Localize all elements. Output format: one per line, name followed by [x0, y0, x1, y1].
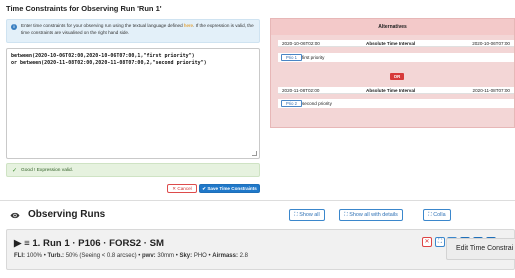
- airmass-value: 2.8: [239, 253, 248, 259]
- caret-right-icon[interactable]: ▶: [14, 238, 21, 249]
- observing-run-card[interactable]: ▶ ≡ 1. Run 1 · P106 · FORS2 · SM FLI: 10…: [6, 229, 515, 270]
- expand-icon: ⛶: [344, 212, 348, 218]
- interval-type: Absolute Time Interval: [366, 41, 416, 46]
- interval-end: 2020-10-06T07:00: [472, 41, 510, 46]
- turb-value: 50% (Seeing < 0.8 arcsec): [65, 253, 137, 259]
- menu-icon: ≡: [24, 238, 30, 249]
- delete-run-button[interactable]: ✕: [422, 237, 432, 247]
- check-icon: ✓: [12, 168, 18, 174]
- alternative-interval-row: 2020-10-06T02:00 Absolute Time Interval …: [278, 40, 514, 47]
- expand-run-button[interactable]: ⛶: [435, 237, 445, 247]
- show-all-with-details-button[interactable]: ⛶ Show all with details: [339, 209, 403, 221]
- expression-line[interactable]: or between(2020-11-08T02:00,2020-11-08T0…: [11, 60, 255, 67]
- save-time-constraints-button[interactable]: ✔ Save Time Constraints: [199, 184, 260, 193]
- interval-start: 2020-10-06T02:00: [282, 41, 320, 46]
- show-all-button[interactable]: ⛶ Show all: [289, 209, 325, 221]
- dialog-title: Time Constraints for Observing Run 'Run …: [6, 4, 162, 13]
- priority-badge: Prio 1: [281, 54, 302, 61]
- interval-type: Absolute Time Interval: [366, 88, 416, 93]
- show-all-label: Show all: [299, 212, 320, 218]
- expand-icon: ⛶: [294, 212, 298, 218]
- run-heading[interactable]: ▶ ≡ 1. Run 1 · P106 · FORS2 · SM: [14, 238, 164, 249]
- observing-runs-title: Observing Runs: [28, 209, 106, 220]
- priority-text: first priority: [302, 55, 325, 60]
- info-icon: i: [11, 24, 17, 30]
- alternative-priority-row: Prio 2 second priority: [278, 99, 514, 108]
- run-constraints: FLI: 100% • Turb.: 50% (Seeing < 0.8 arc…: [14, 253, 248, 259]
- success-message: Good ! Expression valid.: [21, 168, 73, 173]
- sky-value: PHO: [193, 253, 207, 259]
- airmass-label: Airmass:: [212, 253, 238, 259]
- or-badge: OR: [390, 73, 404, 80]
- save-label: Save Time Constraints: [207, 186, 257, 191]
- section-divider: [0, 200, 515, 201]
- info-alert: i Enter time constraints for your observ…: [6, 19, 260, 43]
- language-help-link[interactable]: here: [184, 23, 193, 28]
- save-icon: ✔: [202, 186, 207, 191]
- alternative-priority-row: Prio 1 first priority: [278, 53, 514, 62]
- tooltip: Edit Time Constrai: [446, 238, 515, 260]
- cancel-label: Cancel: [177, 186, 192, 191]
- priority-text: second priority: [302, 101, 332, 106]
- run-title: 1. Run 1 · P106 · FORS2 · SM: [32, 238, 165, 249]
- success-alert: ✓ Good ! Expression valid.: [6, 163, 260, 177]
- sky-label: Sky:: [179, 253, 193, 259]
- resize-handle[interactable]: [252, 151, 257, 156]
- fli-value: 100%: [26, 253, 43, 259]
- alternatives-header: Alternatives: [271, 19, 514, 35]
- pwv-label: pwv:: [142, 253, 156, 259]
- turb-label: Turb.:: [47, 253, 65, 259]
- cancel-icon: ✕: [172, 186, 177, 191]
- interval-end: 2020-11-08T07:00: [472, 88, 510, 93]
- collapse-label: Colla: [433, 212, 446, 218]
- interval-start: 2020-11-08T02:00: [282, 88, 320, 93]
- alternative-interval-row: 2020-11-08T02:00 Absolute Time Interval …: [278, 87, 514, 94]
- info-text-pre: Enter time constraints for your observin…: [21, 23, 184, 28]
- alternatives-panel: Alternatives 2020-10-06T02:00 Absolute T…: [270, 18, 515, 128]
- cancel-button[interactable]: ✕ Cancel: [167, 184, 197, 193]
- collapse-icon: ⛶: [428, 212, 432, 218]
- fli-label: FLI:: [14, 253, 25, 259]
- show-all-details-label: Show all with details: [349, 212, 398, 218]
- priority-badge: Prio 2: [281, 100, 302, 107]
- collapse-all-button[interactable]: ⛶ Colla: [423, 209, 451, 221]
- expression-line[interactable]: between(2020-10-06T02:00,2020-10-06T07:0…: [11, 53, 255, 60]
- expand-icon: ⛶: [437, 239, 443, 245]
- expression-editor[interactable]: between(2020-10-06T02:00,2020-10-06T07:0…: [6, 48, 260, 159]
- pwv-value: 30mm: [157, 253, 175, 259]
- close-icon: ✕: [424, 239, 430, 245]
- eye-icon: [10, 212, 20, 219]
